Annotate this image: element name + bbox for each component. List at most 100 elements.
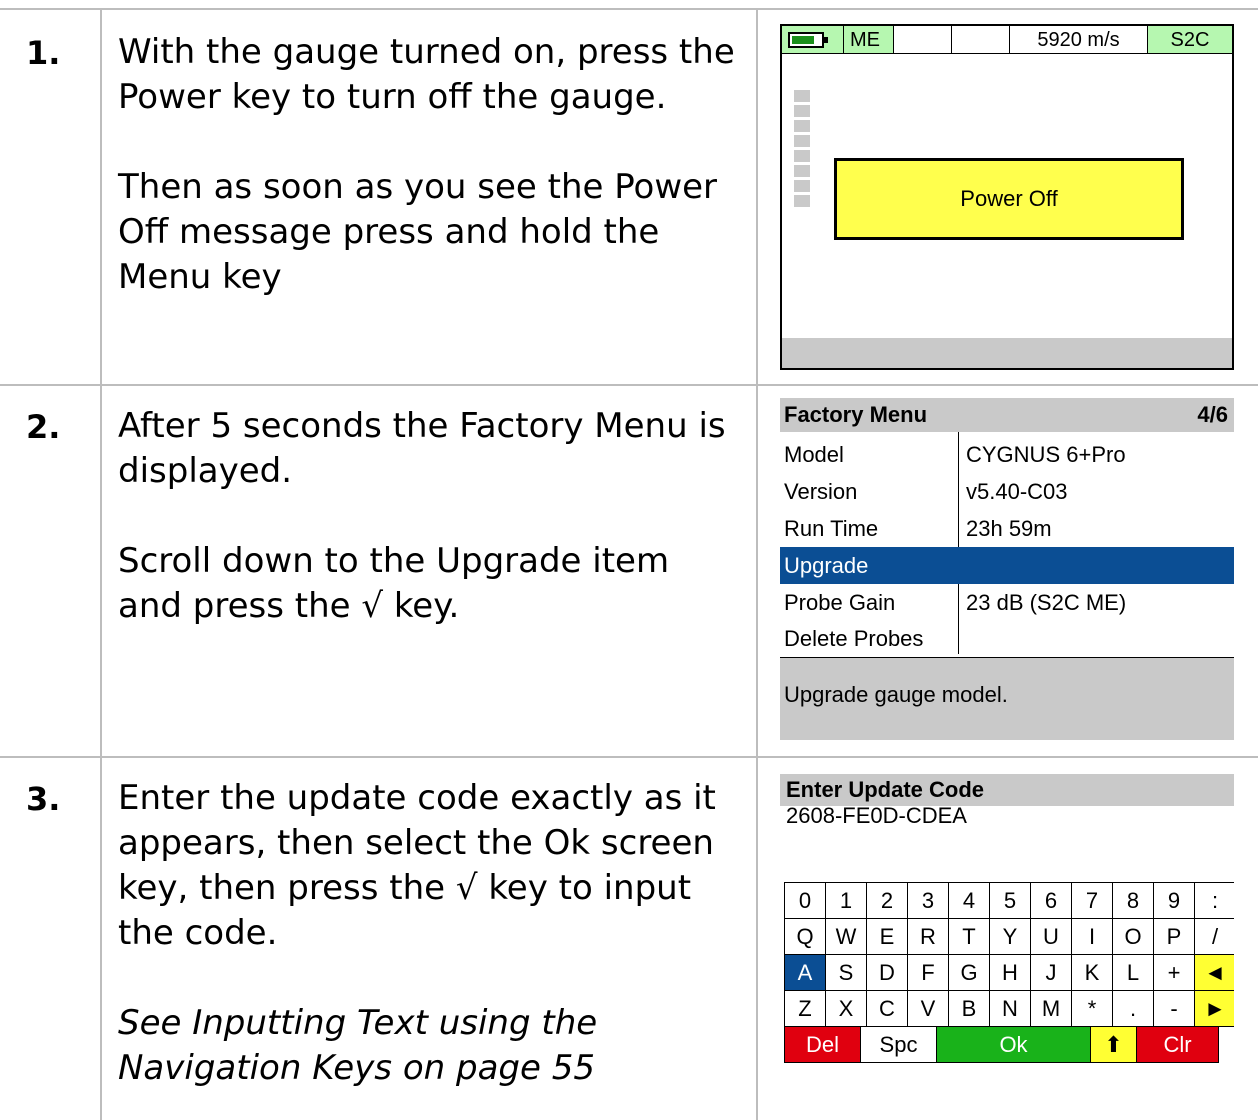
- key-u[interactable]: U: [1031, 919, 1072, 955]
- table-border-row1: [0, 384, 1258, 386]
- ok-button[interactable]: Ok: [937, 1027, 1091, 1063]
- menu-row-model[interactable]: Model CYGNUS 6+Pro: [780, 436, 1234, 473]
- step-2-text: After 5 seconds the Factory Menu is disp…: [118, 404, 738, 629]
- power-off-message: Power Off: [834, 158, 1184, 240]
- key-r[interactable]: R: [908, 919, 949, 955]
- key-0[interactable]: 0: [785, 883, 826, 919]
- key-7[interactable]: 7: [1072, 883, 1113, 919]
- table-border-row2: [0, 756, 1258, 758]
- update-code-header: Enter Update Code: [780, 774, 1234, 806]
- key-g[interactable]: G: [949, 955, 990, 991]
- key-m[interactable]: M: [1031, 991, 1072, 1027]
- keyboard-row: Del Spc Ok ⬆ Clr: [785, 1027, 1234, 1063]
- key-a-selected[interactable]: A: [785, 955, 826, 991]
- keyboard-row: Q W E R T Y U I O P /: [785, 919, 1234, 955]
- step-paragraph: Scroll down to the Upgrade item and pres…: [118, 541, 670, 626]
- key-period[interactable]: .: [1113, 991, 1154, 1027]
- key-slash[interactable]: /: [1195, 919, 1234, 955]
- key-q[interactable]: Q: [785, 919, 826, 955]
- menu-row-label: Run Time: [784, 516, 879, 541]
- velocity-readout: 5920 m/s: [1010, 26, 1148, 54]
- key-w[interactable]: W: [826, 919, 867, 955]
- update-code-screen: Enter Update Code 2608-FE0D-CDEA 0 1 2 3…: [780, 774, 1234, 1112]
- key-5[interactable]: 5: [990, 883, 1031, 919]
- key-f[interactable]: F: [908, 955, 949, 991]
- menu-row-label: Version: [784, 479, 858, 504]
- key-d[interactable]: D: [867, 955, 908, 991]
- table-border-top: [0, 8, 1258, 10]
- key-c[interactable]: C: [867, 991, 908, 1027]
- key-asterisk[interactable]: *: [1072, 991, 1113, 1027]
- key-plus[interactable]: +: [1154, 955, 1195, 991]
- mode-indicator: ME: [844, 26, 894, 54]
- key-8[interactable]: 8: [1113, 883, 1154, 919]
- menu-row-run-time[interactable]: Run Time 23h 59m: [780, 510, 1234, 547]
- key-z[interactable]: Z: [785, 991, 826, 1027]
- del-button[interactable]: Del: [785, 1027, 861, 1063]
- probe-indicator: S2C: [1148, 26, 1232, 54]
- key-3[interactable]: 3: [908, 883, 949, 919]
- menu-row-label: Probe Gain: [784, 590, 896, 615]
- clear-button[interactable]: Clr: [1137, 1027, 1219, 1063]
- key-j[interactable]: J: [1031, 955, 1072, 991]
- space-button[interactable]: Spc: [861, 1027, 937, 1063]
- menu-row-value: CYGNUS 6+Pro: [966, 442, 1126, 467]
- update-code-field[interactable]: 2608-FE0D-CDEA: [786, 804, 967, 828]
- key-minus[interactable]: -: [1154, 991, 1195, 1027]
- update-code-title: Enter Update Code: [786, 777, 985, 802]
- key-9[interactable]: 9: [1154, 883, 1195, 919]
- key-h[interactable]: H: [990, 955, 1031, 991]
- key-s[interactable]: S: [826, 955, 867, 991]
- menu-row-label: Upgrade: [784, 553, 869, 578]
- key-6[interactable]: 6: [1031, 883, 1072, 919]
- step-paragraph: Enter the update code exactly as it appe…: [118, 778, 716, 953]
- key-n[interactable]: N: [990, 991, 1031, 1027]
- gauge-screen-power-off: ME 5920 m/s S2C Power Off: [780, 24, 1234, 370]
- key-t[interactable]: T: [949, 919, 990, 955]
- status-cell-empty: [894, 26, 952, 54]
- menu-row-value: 23h 59m: [966, 516, 1052, 541]
- right-arrow-icon[interactable]: ►: [1195, 991, 1234, 1027]
- help-panel: Upgrade gauge model.: [780, 658, 1234, 740]
- key-4[interactable]: 4: [949, 883, 990, 919]
- key-o[interactable]: O: [1113, 919, 1154, 955]
- key-e[interactable]: E: [867, 919, 908, 955]
- step-paragraph: Then as soon as you see the Power Off me…: [118, 167, 718, 297]
- instruction-table: 1. With the gauge turned on, press the P…: [0, 0, 1258, 1120]
- menu-row-upgrade[interactable]: Upgrade: [780, 547, 1234, 584]
- menu-row-version[interactable]: Version v5.40-C03: [780, 473, 1234, 510]
- shift-arrow-icon[interactable]: ⬆: [1091, 1027, 1137, 1063]
- key-v[interactable]: V: [908, 991, 949, 1027]
- help-text: Upgrade gauge model.: [784, 682, 1008, 707]
- key-l[interactable]: L: [1113, 955, 1154, 991]
- menu-row-probe-gain[interactable]: Probe Gain 23 dB (S2C ME): [780, 584, 1234, 621]
- power-off-label: Power Off: [960, 186, 1058, 211]
- status-bar: ME 5920 m/s S2C: [782, 26, 1232, 56]
- key-2[interactable]: 2: [867, 883, 908, 919]
- left-arrow-icon[interactable]: ◄: [1195, 955, 1234, 991]
- menu-row-label: Delete Probes: [784, 626, 924, 651]
- menu-row-label: Model: [784, 442, 844, 467]
- page-indicator: 4/6: [1197, 402, 1228, 427]
- battery-cell: [782, 26, 844, 54]
- menu-row-delete-probes[interactable]: Delete Probes: [780, 620, 1234, 657]
- key-1[interactable]: 1: [826, 883, 867, 919]
- key-i[interactable]: I: [1072, 919, 1113, 955]
- step-paragraph: With the gauge turned on, press the Powe…: [118, 32, 735, 117]
- key-colon[interactable]: :: [1195, 883, 1234, 919]
- menu-row-value: v5.40-C03: [966, 479, 1068, 504]
- status-cell-empty: [952, 26, 1010, 54]
- step-number: 2.: [26, 408, 61, 446]
- factory-menu-screen: Factory Menu 4/6 Model CYGNUS 6+Pro Vers…: [780, 398, 1234, 740]
- keyboard-row: Z X C V B N M * . - ►: [785, 991, 1234, 1027]
- key-x[interactable]: X: [826, 991, 867, 1027]
- key-k[interactable]: K: [1072, 955, 1113, 991]
- step-3-text: Enter the update code exactly as it appe…: [118, 776, 738, 1091]
- step-paragraph: After 5 seconds the Factory Menu is disp…: [118, 406, 726, 491]
- table-border-col1: [100, 8, 102, 1120]
- key-p[interactable]: P: [1154, 919, 1195, 955]
- key-y[interactable]: Y: [990, 919, 1031, 955]
- menu-row-value: 23 dB (S2C ME): [966, 590, 1127, 615]
- key-b[interactable]: B: [949, 991, 990, 1027]
- step-reference: See Inputting Text using the Navigation …: [118, 1003, 598, 1088]
